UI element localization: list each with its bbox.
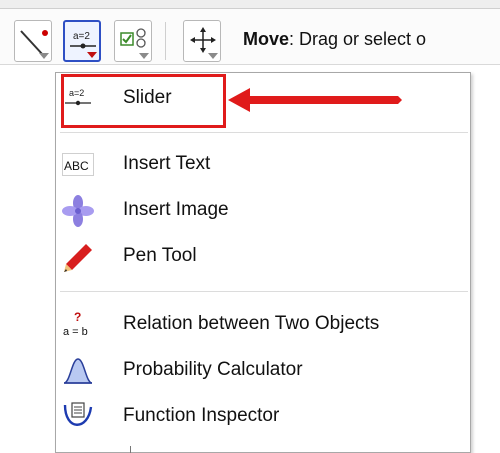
menu-item-label: Insert Image bbox=[123, 199, 229, 220]
menu-separator bbox=[60, 132, 468, 133]
insert-text-icon: ABC bbox=[62, 149, 94, 181]
chevron-down-icon[interactable] bbox=[208, 53, 218, 59]
relation-icon-text: a = b bbox=[63, 326, 88, 338]
line-tool-button[interactable] bbox=[14, 20, 52, 62]
canvas-edge bbox=[130, 446, 131, 453]
pen-icon bbox=[62, 241, 94, 273]
function-inspector-icon bbox=[62, 401, 94, 433]
menu-item-label: Pen Tool bbox=[123, 245, 197, 266]
insert-text-icon-text: ABC bbox=[64, 159, 89, 173]
menu-item-label: Probability Calculator bbox=[123, 359, 303, 380]
tool-dropdown-menu: a=2 Slider ABC Insert Text Insert Image … bbox=[55, 72, 471, 453]
tool-help-text: Move: Drag or select o bbox=[243, 29, 426, 50]
menu-item-insert-text[interactable]: ABC Insert Text bbox=[56, 143, 470, 187]
move-tool-button[interactable] bbox=[183, 20, 221, 62]
highlight-box bbox=[61, 74, 226, 128]
menu-item-insert-image[interactable]: Insert Image bbox=[56, 189, 470, 233]
slider-tool-button[interactable]: a=2 bbox=[63, 20, 101, 62]
probability-calculator-icon bbox=[62, 355, 94, 387]
svg-text:a=2: a=2 bbox=[73, 31, 90, 42]
relation-icon-question: ? bbox=[74, 310, 81, 324]
menu-item-label: Function Inspector bbox=[123, 405, 280, 426]
toolbar-top-edge bbox=[0, 0, 500, 9]
chevron-down-icon[interactable] bbox=[139, 53, 149, 59]
menu-item-label: Insert Text bbox=[123, 153, 211, 174]
menu-item-pen-tool[interactable]: Pen Tool bbox=[56, 235, 470, 279]
menu-item-label: Relation between Two Objects bbox=[123, 313, 380, 334]
red-arrow-icon bbox=[228, 88, 402, 112]
toolbar-separator bbox=[165, 22, 166, 60]
menu-item-relation[interactable]: ? a = b Relation between Two Objects bbox=[56, 303, 470, 347]
checkbox-tool-button[interactable] bbox=[114, 20, 152, 62]
relation-icon: ? a = b bbox=[62, 309, 94, 341]
chevron-down-icon[interactable] bbox=[39, 53, 49, 59]
chevron-down-icon[interactable] bbox=[87, 52, 97, 58]
menu-item-function-inspector[interactable]: Function Inspector bbox=[56, 395, 470, 439]
insert-image-icon bbox=[62, 195, 94, 227]
menu-separator bbox=[60, 291, 468, 292]
menu-item-probability-calculator[interactable]: Probability Calculator bbox=[56, 349, 470, 393]
geogebra-window: a=2 Move: Drag or select o a=2 Slider AB… bbox=[0, 0, 500, 453]
tool-help-name: Move bbox=[243, 29, 290, 49]
tool-help-description: : Drag or select o bbox=[289, 29, 427, 49]
toolbar: a=2 Move: Drag or select o bbox=[0, 0, 500, 65]
